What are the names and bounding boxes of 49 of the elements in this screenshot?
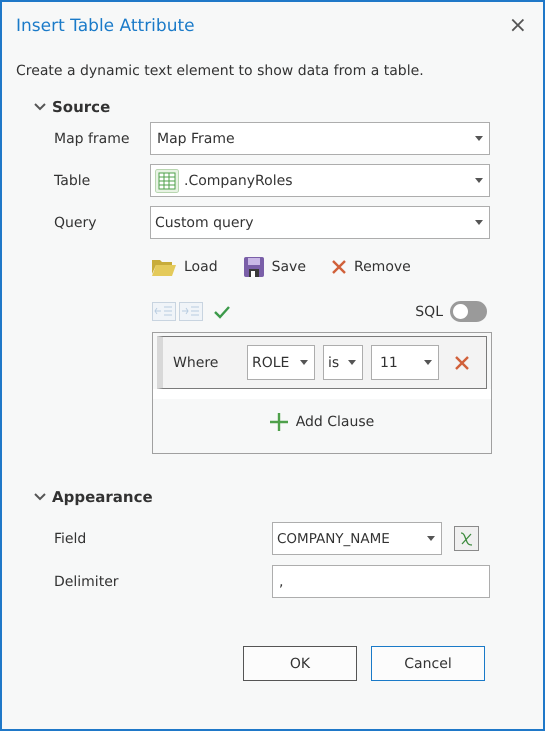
delimiter-input[interactable]: , [272,565,490,598]
expression-button[interactable] [454,526,479,551]
dialog-button[interactable]: OK [243,646,357,681]
window-title: Insert Table Attribute [16,16,195,36]
operator-dropdown[interactable]: is [323,345,363,380]
chevron-icon[interactable] [34,493,46,501]
verify-button[interactable] [214,304,230,318]
plus-icon [270,413,288,431]
sql-label: SQL [415,304,443,320]
caret-icon [424,360,432,365]
section-title: Appearance [52,488,153,506]
field-label: Table [54,172,92,188]
save-button[interactable]: Save [244,257,306,277]
value-dropdown[interactable]: 11 [371,345,439,380]
remove-button[interactable]: Remove [332,259,411,275]
delete-icon [455,356,469,370]
where-label: Where [173,354,220,370]
field-label: Field [54,530,88,546]
sql-toggle[interactable] [450,301,487,322]
caret-icon [475,178,483,183]
check-icon [214,304,230,318]
dropdown[interactable]: Map Frame [150,122,490,155]
delete-clause-button[interactable] [455,356,469,370]
indent-icon [179,302,203,321]
caret-icon [348,360,356,365]
delete-icon [332,260,346,274]
function-icon [459,531,474,546]
dropdown[interactable]: Custom query [150,206,490,239]
caret-icon [475,136,483,141]
save-icon [244,257,264,277]
dropdown[interactable]: .CompanyRoles [150,164,490,197]
field-dropdown[interactable]: ROLE [247,345,315,380]
field-label: Map frame [54,130,131,146]
table-icon [155,168,179,192]
close-button[interactable]: × [504,15,531,37]
dialog-button[interactable]: Cancel [371,646,485,681]
caret-icon [300,360,308,365]
chevron-icon[interactable] [34,103,46,111]
field-label: Query [54,214,98,230]
folder-icon [152,258,176,276]
caret-icon [475,220,483,225]
field-label: Delimiter [54,574,120,590]
add-clause-button[interactable]: Add Clause [270,413,374,431]
description-text: Create a dynamic text element to show data from a table. [16,63,425,79]
caret-icon [427,536,435,541]
outdent-icon [152,302,176,321]
section-title: Source [52,98,110,116]
field-dropdown[interactable]: COMPANY_NAME [272,522,442,555]
folder-button[interactable]: Load [152,258,218,276]
